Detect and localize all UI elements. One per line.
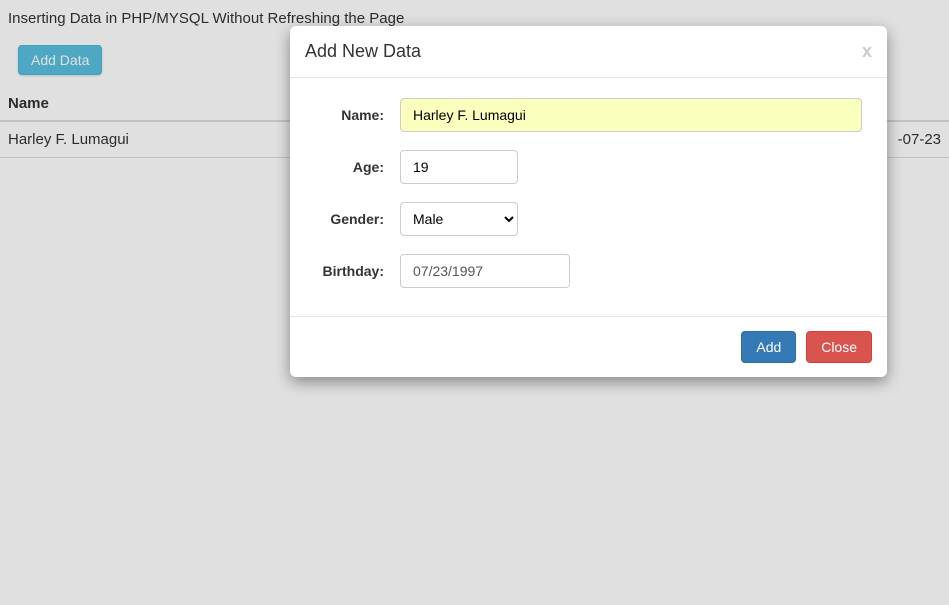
- modal-body: Name: Age: Gender: Male Female Birthday:: [290, 78, 887, 317]
- modal-footer: Add Close: [290, 317, 887, 377]
- gender-select[interactable]: Male Female: [400, 202, 518, 236]
- modal-header: Add New Data x: [290, 26, 887, 78]
- name-label: Name:: [305, 107, 400, 123]
- age-input[interactable]: [400, 150, 518, 184]
- add-new-data-modal: Add New Data x Name: Age: Gender: Male F…: [290, 26, 887, 377]
- birthday-input[interactable]: [400, 254, 570, 288]
- close-icon[interactable]: x: [862, 41, 872, 62]
- gender-label: Gender:: [305, 211, 400, 227]
- age-label: Age:: [305, 159, 400, 175]
- modal-title: Add New Data: [305, 41, 421, 62]
- name-input[interactable]: [400, 98, 862, 132]
- close-button[interactable]: Close: [806, 331, 872, 363]
- birthday-label: Birthday:: [305, 263, 400, 279]
- add-button[interactable]: Add: [741, 331, 796, 363]
